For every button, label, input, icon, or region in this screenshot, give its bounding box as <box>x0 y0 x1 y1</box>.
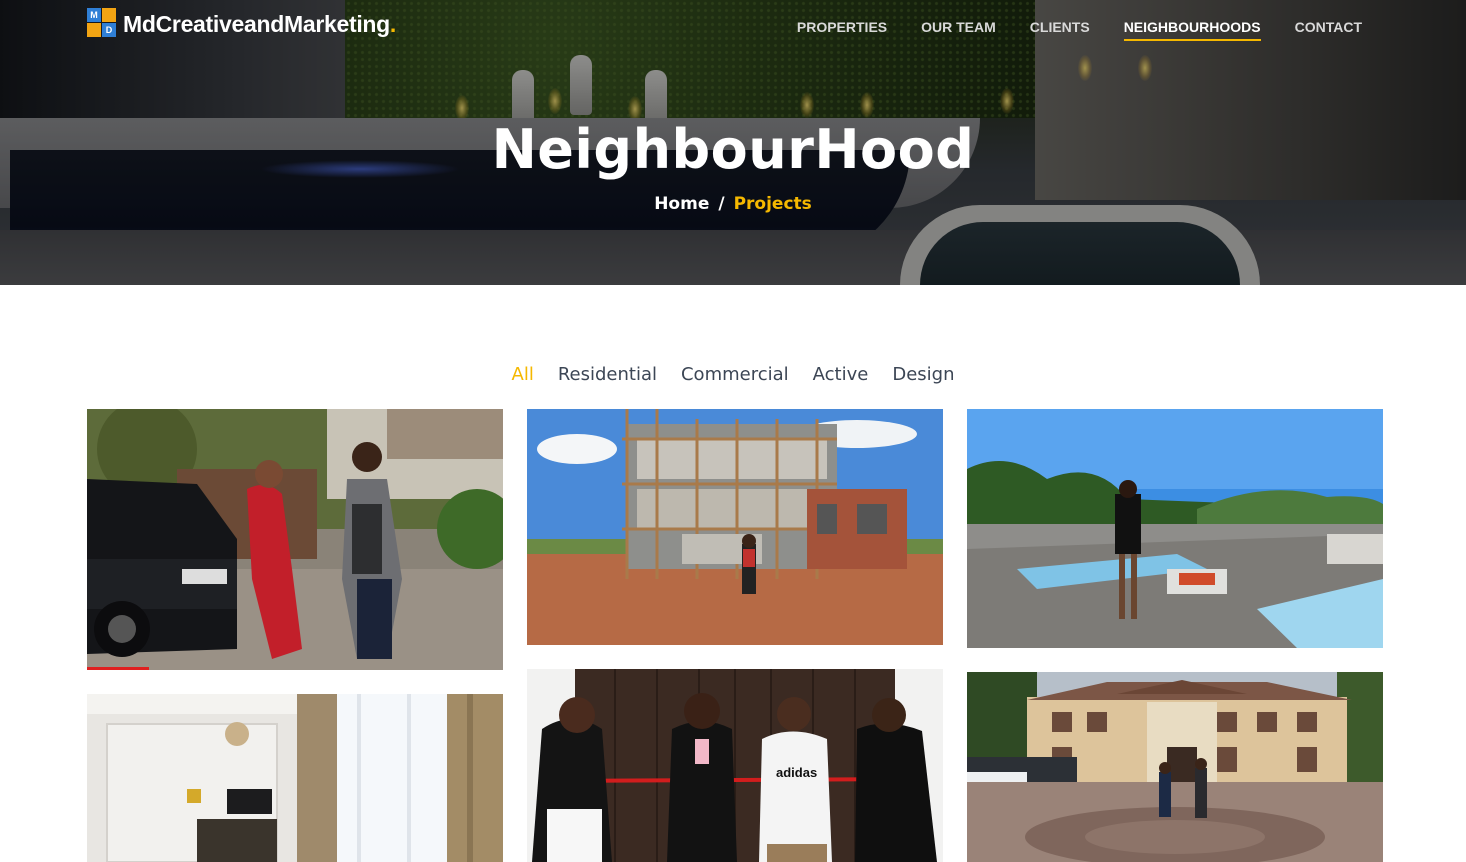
interior-living-room-photo <box>87 694 503 862</box>
logo-mark-icon: M D <box>87 8 117 41</box>
project-filter-bar: All Residential Commercial Active Design <box>0 364 1466 385</box>
nav-item-properties[interactable]: PROPERTIES <box>780 19 904 41</box>
breadcrumb-home-link[interactable]: Home <box>654 194 709 214</box>
brand-name: MdCreativeandMarketing. <box>123 11 397 37</box>
rooftop-pool-photo <box>967 409 1383 648</box>
hero-banner: M D MdCreativeandMarketing. PROPERTIES O… <box>0 0 1466 285</box>
filter-all[interactable]: All <box>512 364 534 385</box>
gallery-item-construction[interactable] <box>527 409 943 645</box>
brand-logo[interactable]: M D MdCreativeandMarketing. <box>87 8 396 41</box>
construction-site-photo <box>527 409 943 645</box>
breadcrumb-current: Projects <box>733 194 812 214</box>
gallery-item-ribbon-cutting[interactable]: adidas <box>527 669 943 862</box>
couple-car-photo <box>87 409 503 670</box>
gallery-item-rooftop-pool[interactable] <box>967 409 1383 648</box>
nav-item-clients[interactable]: CLIENTS <box>1013 19 1107 41</box>
ribbon-cutting-photo: adidas <box>527 669 943 862</box>
breadcrumb: Home / Projects <box>0 194 1466 214</box>
filter-residential[interactable]: Residential <box>558 364 657 385</box>
gallery-item-couple-car[interactable] <box>87 409 503 670</box>
gallery-item-interior[interactable] <box>87 694 503 862</box>
filter-design[interactable]: Design <box>892 364 954 385</box>
svg-text:adidas: adidas <box>776 765 817 780</box>
filter-commercial[interactable]: Commercial <box>681 364 789 385</box>
filter-active[interactable]: Active <box>813 364 869 385</box>
page-title: NeighbourHood <box>491 118 975 181</box>
gallery-item-mansion[interactable] <box>967 672 1383 862</box>
mansion-exterior-photo <box>967 672 1383 862</box>
breadcrumb-separator: / <box>718 194 725 214</box>
nav-item-contact[interactable]: CONTACT <box>1278 19 1379 41</box>
nav-item-our-team[interactable]: OUR TEAM <box>904 19 1013 41</box>
video-progress-bar <box>87 667 150 670</box>
nav-item-neighbourhoods[interactable]: NEIGHBOURHOODS <box>1107 19 1278 41</box>
main-nav: PROPERTIES OUR TEAM CLIENTS NEIGHBOURHOO… <box>780 19 1379 41</box>
